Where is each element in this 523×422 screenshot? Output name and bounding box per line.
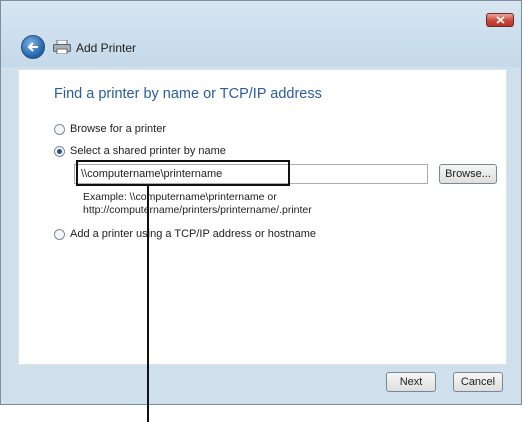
content-panel: Find a printer by name or TCP/IP address… xyxy=(18,69,507,365)
back-arrow-icon xyxy=(27,42,38,52)
example-line-1: Example: \\computername\printername or xyxy=(83,191,277,203)
option-tcpip-label: Add a printer using a TCP/IP address or … xyxy=(70,228,317,240)
option-shared-label: Select a shared printer by name xyxy=(70,145,226,157)
close-button[interactable] xyxy=(486,13,514,27)
page-heading: Find a printer by name or TCP/IP address xyxy=(54,86,322,102)
example-text: Example: \\computername\printername or h… xyxy=(83,191,312,217)
option-browse-label: Browse for a printer xyxy=(70,123,166,135)
radio-tcpip[interactable] xyxy=(54,228,65,240)
back-button[interactable] xyxy=(21,35,45,59)
callout-highlight-box xyxy=(76,160,290,186)
title-bar: Add Printer xyxy=(1,1,521,67)
option-shared-by-name[interactable]: Select a shared printer by name xyxy=(54,144,226,158)
option-browse[interactable]: Browse for a printer xyxy=(54,122,166,136)
add-printer-window: Add Printer Find a printer by name or TC… xyxy=(0,0,522,405)
radio-shared-by-name[interactable] xyxy=(54,145,65,157)
next-button[interactable]: Next xyxy=(386,372,436,392)
example-line-2: http://computername/printers/printername… xyxy=(83,204,312,216)
close-icon xyxy=(496,16,505,24)
browse-button[interactable]: Browse... xyxy=(439,164,497,184)
window-title: Add Printer xyxy=(76,41,137,55)
option-tcpip[interactable]: Add a printer using a TCP/IP address or … xyxy=(54,227,316,241)
callout-leader-line xyxy=(147,184,149,422)
printer-icon xyxy=(53,40,71,54)
cancel-button[interactable]: Cancel xyxy=(453,372,503,392)
radio-browse[interactable] xyxy=(54,123,65,135)
